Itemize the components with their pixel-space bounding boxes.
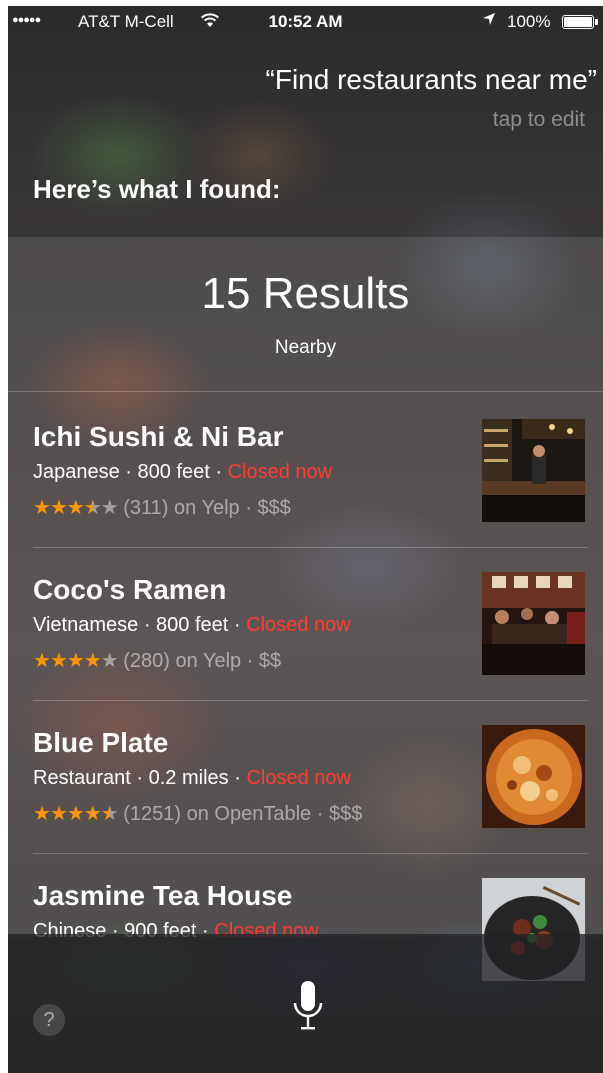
star-icon: ★ <box>66 650 85 672</box>
tap-to-edit-link[interactable]: tap to edit <box>493 108 585 132</box>
price-level: $$$ <box>257 497 291 519</box>
divider <box>33 547 588 548</box>
open-status: Closed now <box>246 614 351 636</box>
star-icon: ★ <box>49 803 68 825</box>
star-icon: ★ <box>33 650 51 672</box>
restaurant-meta: Restaurant · 0.2 miles · Closed now <box>33 767 351 789</box>
restaurant-row[interactable]: Ichi Sushi & Ni Bar Japanese · 800 feet … <box>33 403 588 553</box>
restaurant-name: Jasmine Tea House <box>33 880 293 911</box>
star-icon: ★ <box>33 497 51 519</box>
open-status: Closed now <box>227 461 333 483</box>
siri-screen: ●●●●● AT&T M-Cell 10:52 AM 100% “Find re… <box>8 6 603 1073</box>
restaurant-name: Ichi Sushi & Ni Bar <box>33 421 284 452</box>
star-rating: ★★★★★ <box>33 650 119 672</box>
siri-query[interactable]: “Find restaurants near me” <box>266 64 597 96</box>
half-star-icon: ★ <box>100 803 119 825</box>
star-icon: ★ <box>83 650 102 672</box>
star-icon: ★ <box>49 497 68 519</box>
battery-percentage: 100% <box>507 12 551 31</box>
star-icon: ★ <box>83 803 102 825</box>
food-dish-photo <box>482 725 585 828</box>
star-rating: ★★★★★ <box>33 497 119 519</box>
cuisine: Restaurant <box>33 767 131 789</box>
help-button[interactable]: ? <box>33 1004 65 1036</box>
distance: 800 feet <box>156 614 229 636</box>
rating-line: ★★★★★ (311) on Yelp · $$$ <box>33 497 291 519</box>
divider <box>33 853 588 854</box>
cuisine: Vietnamese <box>33 614 139 636</box>
restaurant-name: Coco's Ramen <box>33 574 227 605</box>
microphone-icon[interactable] <box>292 977 324 1046</box>
status-bar: ●●●●● AT&T M-Cell 10:52 AM 100% <box>8 6 603 38</box>
cuisine: Japanese <box>33 461 120 483</box>
rating-line: ★★★★★ (1251) on OpenTable · $$$ <box>33 803 363 825</box>
bar-interior-photo <box>482 419 585 522</box>
divider <box>33 700 588 701</box>
restaurant-row[interactable]: Coco's Ramen Vietnamese · 800 feet · Clo… <box>33 556 588 706</box>
star-icon: ★ <box>49 650 68 672</box>
location-arrow-icon <box>482 12 496 30</box>
price-level: $$$ <box>328 803 363 825</box>
distance: 800 feet <box>137 461 210 483</box>
star-rating: ★★★★★ <box>33 803 119 825</box>
rating-line: ★★★★★ (280) on Yelp · $$ <box>33 650 282 672</box>
dining-room-photo <box>482 572 585 675</box>
open-status: Closed now <box>246 767 351 789</box>
review-count: (280) on Yelp <box>123 650 242 672</box>
star-icon: ★ <box>66 497 85 519</box>
star-icon: ★ <box>33 803 51 825</box>
siri-response: Here’s what I found: <box>33 174 281 204</box>
review-count: (311) on Yelp <box>123 497 240 519</box>
star-icon: ★ <box>66 803 85 825</box>
results-count: 15 Results <box>201 269 410 318</box>
empty-star-icon: ★ <box>100 497 119 519</box>
distance: 0.2 miles <box>148 767 229 789</box>
half-star-icon: ★ <box>83 497 102 519</box>
price-level: $$ <box>258 650 282 672</box>
battery-icon <box>562 15 598 29</box>
restaurant-name: Blue Plate <box>33 727 169 758</box>
empty-star-icon: ★ <box>100 650 119 672</box>
review-count: (1251) on OpenTable <box>123 803 312 825</box>
restaurant-meta: Vietnamese · 800 feet · Closed now <box>33 614 351 636</box>
divider <box>8 391 603 392</box>
results-subtitle: Nearby <box>274 337 337 358</box>
restaurant-meta: Japanese · 800 feet · Closed now <box>33 461 333 483</box>
restaurant-row[interactable]: Blue Plate Restaurant · 0.2 miles · Clos… <box>33 709 588 859</box>
